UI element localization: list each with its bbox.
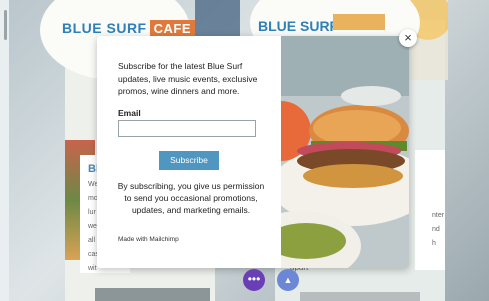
scrollbar-thumb[interactable]: [4, 10, 7, 40]
background-button: [95, 288, 210, 301]
logo-cafe-badge: CAFE: [149, 20, 196, 37]
popup-intro-text: Subscribe for the latest Blue Surf updat…: [118, 61, 258, 96]
chat-icon[interactable]: •••: [243, 269, 265, 291]
blue-surf-logo: BLUE SURF CAFE: [62, 20, 196, 37]
accessibility-icon[interactable]: ▲: [277, 269, 299, 291]
popup-form-panel: Subscribe for the latest Blue Surf updat…: [97, 36, 281, 268]
email-field[interactable]: [118, 120, 256, 137]
left-scroll-edge: [0, 0, 9, 301]
logo-text: BLUE SURF: [62, 20, 147, 36]
consent-disclaimer: By subscribing, you give us permission t…: [117, 181, 265, 215]
subscribe-popup: Subscribe for the latest Blue Surf updat…: [97, 36, 409, 268]
background-button-right: [300, 292, 420, 301]
card-line: all: [88, 237, 96, 244]
logo-right-badge: [333, 14, 385, 30]
background-photo-strip: [195, 0, 240, 38]
card-line: lur: [88, 209, 96, 216]
email-label: Email: [118, 108, 141, 118]
card-line: wit: [88, 265, 97, 272]
card-line: nter: [432, 212, 445, 219]
mailchimp-credit[interactable]: Made with Mailchimp: [118, 236, 179, 243]
background-text-card-right: nter nd h: [415, 150, 445, 270]
card-line: h: [432, 240, 436, 247]
subscribe-button[interactable]: Subscribe: [159, 151, 219, 170]
card-line: we: [88, 223, 97, 230]
blue-surf-logo-right: BLUE SURF: [258, 18, 339, 34]
burger-photo: [281, 36, 409, 268]
close-icon[interactable]: ×: [399, 29, 417, 47]
burger-image: [281, 36, 409, 268]
card-line: nd: [432, 226, 440, 233]
